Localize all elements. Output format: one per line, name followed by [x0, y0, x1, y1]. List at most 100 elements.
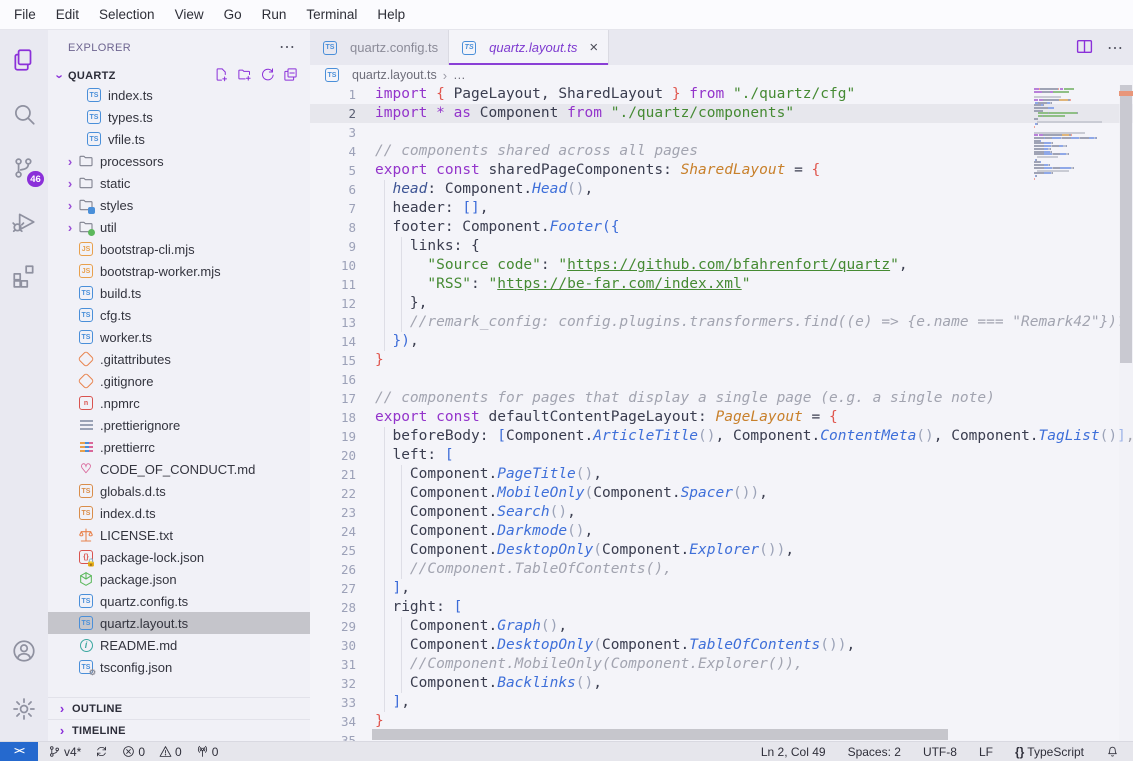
code-line-29[interactable]: 29 Component.Graph(),	[310, 617, 1133, 636]
tree-item-bootstrap-worker.mjs[interactable]: JSbootstrap-worker.mjs	[48, 260, 310, 282]
code-line-15[interactable]: 15}	[310, 351, 1133, 370]
explorer-section-actions[interactable]	[214, 67, 310, 85]
activity-search[interactable]	[0, 90, 48, 138]
menu-go[interactable]: Go	[214, 3, 252, 26]
code-line-7[interactable]: 7 header: [],	[310, 199, 1133, 218]
code-line-28[interactable]: 28 right: [	[310, 598, 1133, 617]
status-braces[interactable]: {}TypeScript	[1015, 745, 1084, 759]
code-line-33[interactable]: 33 ],	[310, 693, 1133, 712]
tree-item-util[interactable]: ›util	[48, 216, 310, 238]
vertical-scrollbar-thumb[interactable]	[1120, 85, 1132, 363]
menu-selection[interactable]: Selection	[89, 3, 165, 26]
code-line-22[interactable]: 22 Component.MobileOnly(Component.Spacer…	[310, 484, 1133, 503]
code-line-23[interactable]: 23 Component.Search(),	[310, 503, 1133, 522]
code-line-26[interactable]: 26 //Component.TableOfContents(),	[310, 560, 1133, 579]
menu-run[interactable]: Run	[252, 3, 297, 26]
new-file-icon[interactable]	[214, 67, 229, 85]
status-utf-8[interactable]: UTF-8	[923, 745, 957, 759]
tree-item-processors[interactable]: ›processors	[48, 150, 310, 172]
code-line-16[interactable]: 16	[310, 370, 1133, 389]
code-line-5[interactable]: 5export const sharedPageComponents: Shar…	[310, 161, 1133, 180]
tree-item-.prettierrc[interactable]: .prettierrc	[48, 436, 310, 458]
tree-item-cfg.ts[interactable]: TScfg.ts	[48, 304, 310, 326]
status-ports[interactable]: 0	[196, 745, 219, 759]
breadcrumb-file[interactable]: quartz.layout.ts	[352, 68, 437, 82]
panel-timeline[interactable]: ›TIMELINE	[48, 719, 310, 741]
code-line-32[interactable]: 32 Component.Backlinks(),	[310, 674, 1133, 693]
tree-item-vfile.ts[interactable]: TSvfile.ts	[48, 128, 310, 150]
activity-run-debug[interactable]	[0, 198, 48, 246]
tree-item-.gitignore[interactable]: .gitignore	[48, 370, 310, 392]
breadcrumb[interactable]: TS quartz.layout.ts › …	[310, 65, 1133, 85]
code-line-1[interactable]: 1import { PageLayout, SharedLayout } fro…	[310, 85, 1133, 104]
tree-item-styles[interactable]: ›styles	[48, 194, 310, 216]
activity-settings[interactable]	[0, 685, 48, 733]
code-line-11[interactable]: 11 "RSS": "https://be-far.com/index.xml"	[310, 275, 1133, 294]
menu-file[interactable]: File	[4, 3, 46, 26]
activity-source-control[interactable]: 46	[0, 144, 48, 192]
tree-item-globals.d.ts[interactable]: TSglobals.d.ts	[48, 480, 310, 502]
code-line-24[interactable]: 24 Component.Darkmode(),	[310, 522, 1133, 541]
remote-indicator[interactable]: ><	[0, 742, 38, 761]
tab-quartz.config.ts[interactable]: TSquartz.config.ts	[310, 30, 449, 65]
code-line-19[interactable]: 19 beforeBody: [Component.ArticleTitle()…	[310, 427, 1133, 446]
status-lf[interactable]: LF	[979, 745, 993, 759]
tree-item-build.ts[interactable]: TSbuild.ts	[48, 282, 310, 304]
tree-item-.prettierignore[interactable]: .prettierignore	[48, 414, 310, 436]
tree-item-bootstrap-cli.mjs[interactable]: JSbootstrap-cli.mjs	[48, 238, 310, 260]
code-line-2[interactable]: 2import * as Component from "./quartz/co…	[310, 104, 1133, 123]
code-line-20[interactable]: 20 left: [	[310, 446, 1133, 465]
status-sync[interactable]	[95, 745, 108, 758]
panel-outline[interactable]: ›OUTLINE	[48, 697, 310, 719]
tree-item-quartz.config.ts[interactable]: TSquartz.config.ts	[48, 590, 310, 612]
menu-edit[interactable]: Edit	[46, 3, 89, 26]
tree-item-index.ts[interactable]: TSindex.ts	[48, 84, 310, 106]
code-line-9[interactable]: 9 links: {	[310, 237, 1133, 256]
collapse-all-icon[interactable]	[283, 67, 298, 85]
minimap[interactable]	[1034, 88, 1108, 183]
code-line-21[interactable]: 21 Component.PageTitle(),	[310, 465, 1133, 484]
tree-item-index.d.ts[interactable]: TSindex.d.ts	[48, 502, 310, 524]
tree-item-license.txt[interactable]: LICENSE.txt	[48, 524, 310, 546]
tree-item-worker.ts[interactable]: TSworker.ts	[48, 326, 310, 348]
code-line-14[interactable]: 14 }),	[310, 332, 1133, 351]
status-branch[interactable]: v4*	[48, 745, 81, 759]
tree-item-code-of-conduct.md[interactable]: ♡CODE_OF_CONDUCT.md	[48, 458, 310, 480]
activity-extensions[interactable]	[0, 252, 48, 300]
status-bell[interactable]	[1106, 745, 1119, 758]
tree-item-package-lock.json[interactable]: {}🔒package-lock.json	[48, 546, 310, 568]
tree-item-tsconfig.json[interactable]: TS⚙tsconfig.json	[48, 656, 310, 678]
status-warning[interactable]: 0	[159, 745, 182, 759]
tree-item-static[interactable]: ›static	[48, 172, 310, 194]
tree-item-.gitattributes[interactable]: .gitattributes	[48, 348, 310, 370]
code-area[interactable]: 1import { PageLayout, SharedLayout } fro…	[310, 85, 1133, 741]
tree-item-package.json[interactable]: package.json	[48, 568, 310, 590]
tree-item-readme.md[interactable]: iREADME.md	[48, 634, 310, 656]
refresh-icon[interactable]	[260, 67, 275, 85]
code-line-31[interactable]: 31 //Component.MobileOnly(Component.Expl…	[310, 655, 1133, 674]
code-line-27[interactable]: 27 ],	[310, 579, 1133, 598]
code-line-30[interactable]: 30 Component.DesktopOnly(Component.Table…	[310, 636, 1133, 655]
activity-explorer[interactable]	[0, 36, 48, 84]
code-line-13[interactable]: 13 //remark_config: config.plugins.trans…	[310, 313, 1133, 332]
explorer-more-actions-icon[interactable]: ⋯	[279, 43, 296, 53]
status-ln-2-col-49[interactable]: Ln 2, Col 49	[761, 745, 826, 759]
status-error[interactable]: 0	[122, 745, 145, 759]
split-editor-icon[interactable]	[1076, 38, 1093, 58]
horizontal-scrollbar-thumb[interactable]	[372, 729, 948, 740]
tree-item-.npmrc[interactable]: n.npmrc	[48, 392, 310, 414]
tree-item-quartz.layout.ts[interactable]: TSquartz.layout.ts	[48, 612, 310, 634]
breadcrumb-more[interactable]: …	[453, 68, 466, 82]
menu-terminal[interactable]: Terminal	[296, 3, 367, 26]
menu-help[interactable]: Help	[367, 3, 415, 26]
vertical-scrollbar[interactable]	[1119, 85, 1133, 741]
code-line-18[interactable]: 18export const defaultContentPageLayout:…	[310, 408, 1133, 427]
code-line-17[interactable]: 17// components for pages that display a…	[310, 389, 1133, 408]
activity-account[interactable]	[0, 627, 48, 675]
close-icon[interactable]: ×	[589, 39, 598, 56]
code-line-3[interactable]: 3	[310, 123, 1133, 142]
code-line-25[interactable]: 25 Component.DesktopOnly(Component.Explo…	[310, 541, 1133, 560]
tab-quartz.layout.ts[interactable]: TSquartz.layout.ts×	[449, 30, 609, 65]
new-folder-icon[interactable]	[237, 67, 252, 85]
code-line-10[interactable]: 10 "Source code": "https://github.com/bf…	[310, 256, 1133, 275]
